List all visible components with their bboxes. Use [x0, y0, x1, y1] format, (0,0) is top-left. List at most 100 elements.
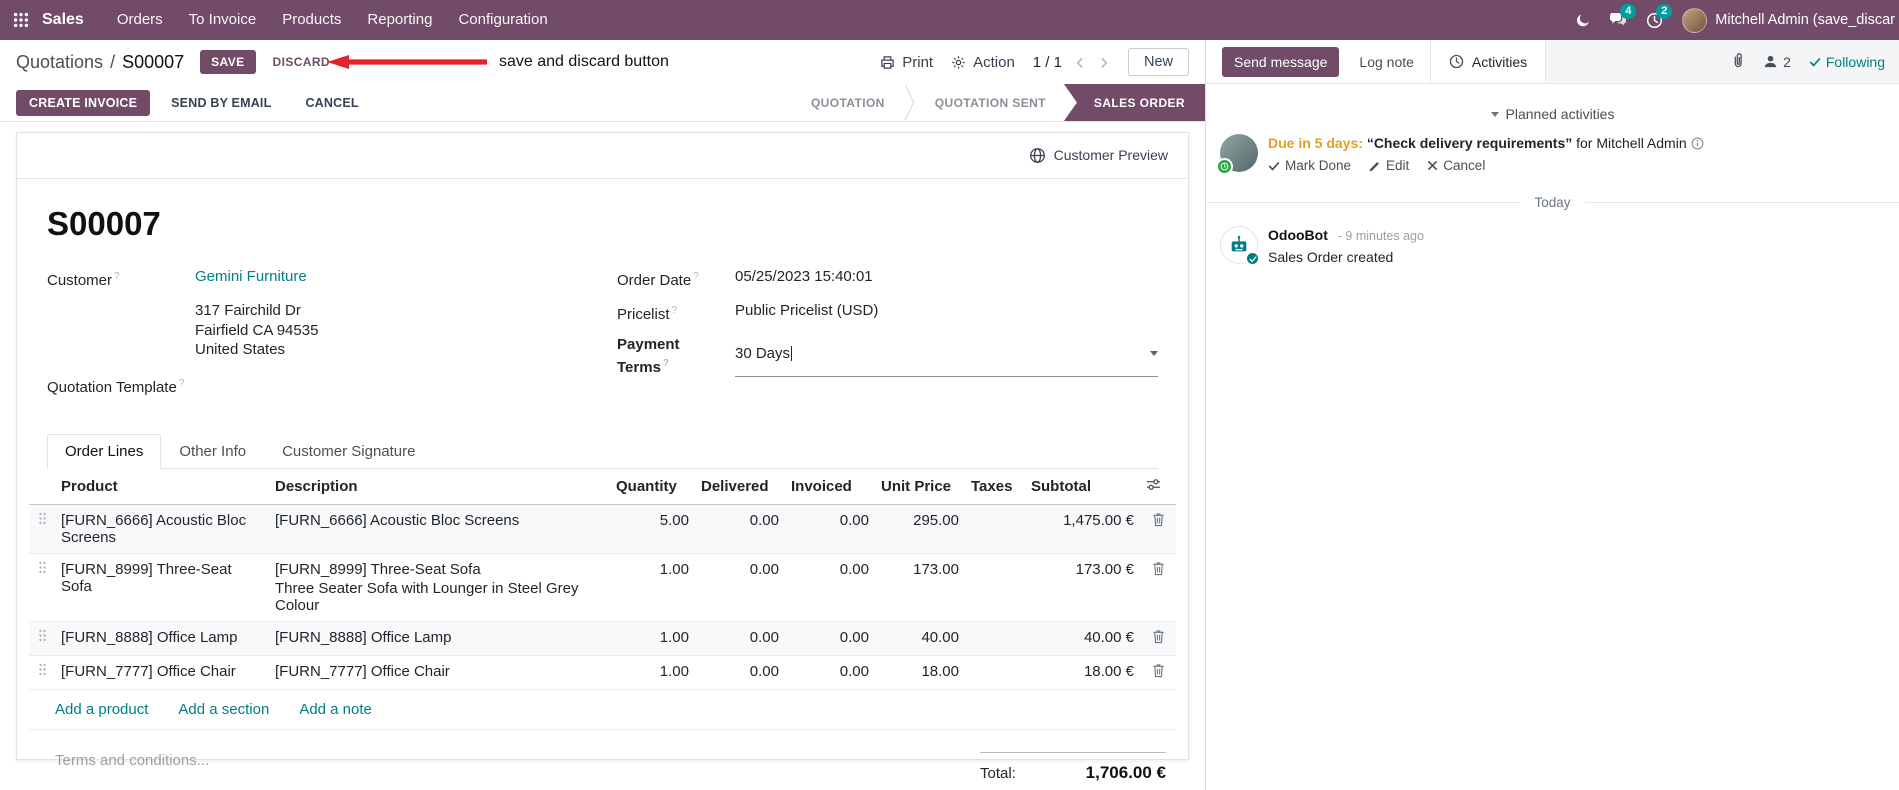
breadcrumb-quotations-link[interactable]: Quotations — [16, 52, 103, 73]
status-step-quotation[interactable]: QUOTATION — [793, 84, 903, 121]
quotation-form-card: Customer Preview S00007 Customer? Gemini… — [16, 132, 1189, 782]
menu-reporting[interactable]: Reporting — [354, 0, 445, 40]
cell-unit-price[interactable]: 173.00 — [875, 553, 965, 622]
attachments-button[interactable] — [1731, 52, 1745, 72]
tab-other-info[interactable]: Other Info — [161, 434, 264, 469]
cell-description[interactable]: [FURN_8999] Three-Seat Sofa Three Seater … — [269, 553, 610, 622]
delete-line-button[interactable] — [1152, 629, 1165, 648]
delete-line-button[interactable] — [1152, 561, 1165, 580]
dropdown-caret-icon[interactable] — [1150, 351, 1158, 356]
cell-description[interactable]: [FURN_8888] Office Lamp — [269, 621, 610, 656]
save-button[interactable]: SAVE — [200, 50, 256, 74]
cell-delivered[interactable]: 0.00 — [695, 504, 785, 554]
control-panel: Quotations / S00007 SAVE DISCARD save an… — [0, 40, 1205, 84]
dark-mode-button[interactable] — [1564, 0, 1600, 40]
message-author: OdooBot — [1268, 227, 1328, 243]
cell-delivered[interactable]: 0.00 — [695, 553, 785, 622]
cancel-order-button[interactable]: CANCEL — [292, 90, 371, 116]
cell-unit-price[interactable]: 295.00 — [875, 504, 965, 554]
apps-menu-button[interactable] — [0, 0, 42, 40]
planned-activities-header[interactable]: Planned activities — [1206, 84, 1899, 132]
cell-invoiced[interactable]: 0.00 — [785, 655, 875, 690]
create-invoice-button[interactable]: CREATE INVOICE — [16, 89, 151, 116]
add-section-link[interactable]: Add a section — [178, 701, 269, 718]
cell-delivered[interactable]: 0.00 — [695, 655, 785, 690]
cell-description[interactable]: [FURN_6666] Acoustic Bloc Screens — [269, 504, 610, 554]
apps-grid-icon — [13, 12, 29, 28]
customer-preview-button[interactable]: Customer Preview — [1029, 147, 1168, 164]
following-button[interactable]: Following — [1809, 54, 1885, 70]
cell-description[interactable]: [FURN_7777] Office Chair — [269, 655, 610, 690]
activities-tab[interactable]: Activities — [1429, 40, 1547, 83]
menu-orders[interactable]: Orders — [104, 0, 176, 40]
action-button[interactable]: Action — [951, 54, 1015, 71]
cell-unit-price[interactable]: 18.00 — [875, 655, 965, 690]
cell-quantity[interactable]: 5.00 — [610, 504, 695, 554]
followers-button[interactable]: 2 — [1763, 54, 1791, 70]
log-note-button[interactable]: Log note — [1359, 54, 1414, 70]
cell-invoiced[interactable]: 0.00 — [785, 504, 875, 554]
terms-and-conditions-field[interactable]: Terms and conditions... — [55, 752, 209, 783]
print-button[interactable]: Print — [880, 54, 933, 71]
gear-icon — [952, 55, 965, 69]
drag-handle[interactable] — [38, 512, 47, 529]
new-button[interactable]: New — [1127, 48, 1189, 76]
edit-activity-button[interactable]: Edit — [1369, 158, 1409, 173]
delete-line-button[interactable] — [1152, 512, 1165, 531]
drag-handle[interactable] — [38, 663, 47, 680]
status-step-sales-order[interactable]: SALES ORDER — [1063, 84, 1205, 121]
status-step-quotation-sent[interactable]: QUOTATION SENT — [917, 84, 1064, 121]
send-message-button[interactable]: Send message — [1222, 46, 1340, 77]
user-menu[interactable]: Mitchell Admin (save_discar — [1672, 7, 1899, 33]
mark-done-button[interactable]: Mark Done — [1268, 158, 1351, 173]
menu-products[interactable]: Products — [269, 0, 354, 40]
pager-next-button[interactable]: › — [1098, 50, 1110, 74]
pager-previous-button[interactable]: ‹ — [1074, 50, 1086, 74]
column-header-delivered: Delivered — [695, 468, 785, 505]
cell-taxes[interactable] — [965, 621, 1025, 656]
cell-taxes[interactable] — [965, 655, 1025, 690]
cell-product[interactable]: [FURN_8888] Office Lamp — [55, 621, 269, 656]
menu-configuration[interactable]: Configuration — [445, 0, 560, 40]
cell-product[interactable]: [FURN_6666] Acoustic Bloc Screens — [55, 504, 269, 554]
add-note-link[interactable]: Add a note — [299, 701, 372, 718]
cell-product[interactable]: [FURN_8999] Three-Seat Sofa — [55, 553, 269, 622]
cell-invoiced[interactable]: 0.00 — [785, 621, 875, 656]
payment-terms-input[interactable]: 30 Days — [735, 333, 1158, 377]
menu-to-invoice[interactable]: To Invoice — [176, 0, 270, 40]
mini-check-icon — [1249, 255, 1256, 262]
cell-product[interactable]: [FURN_7777] Office Chair — [55, 655, 269, 690]
cell-delivered[interactable]: 0.00 — [695, 621, 785, 656]
send-by-email-button[interactable]: SEND BY EMAIL — [158, 90, 284, 116]
drag-handle[interactable] — [38, 561, 47, 578]
tab-customer-signature[interactable]: Customer Signature — [264, 434, 433, 469]
cell-unit-price[interactable]: 40.00 — [875, 621, 965, 656]
cell-invoiced[interactable]: 0.00 — [785, 553, 875, 622]
customer-link[interactable]: Gemini Furniture — [195, 267, 307, 290]
cell-taxes[interactable] — [965, 504, 1025, 554]
pricelist-field[interactable]: Public Pricelist (USD) — [735, 301, 878, 324]
drag-handle[interactable] — [38, 629, 47, 646]
cell-quantity[interactable]: 1.00 — [610, 655, 695, 690]
mark-done-label: Mark Done — [1285, 158, 1352, 173]
delete-line-button[interactable] — [1152, 663, 1165, 682]
info-icon[interactable] — [1691, 137, 1704, 150]
cell-quantity[interactable]: 1.00 — [610, 621, 695, 656]
order-lines-table: Product Description Quantity Delivered I… — [29, 468, 1176, 690]
cell-quantity[interactable]: 1.00 — [610, 553, 695, 622]
activities-tab-label: Activities — [1471, 53, 1528, 70]
activities-systray-button[interactable]: 2 — [1636, 0, 1673, 40]
cancel-activity-button[interactable]: Cancel — [1427, 158, 1485, 173]
chatter-topbar-right: 2 Following — [1546, 40, 1899, 83]
mini-clock-icon — [1220, 162, 1229, 171]
discard-button[interactable]: DISCARD — [264, 50, 339, 74]
activity-summary-line: Due in 5 days: “Check delivery requireme… — [1268, 134, 1704, 153]
cell-taxes[interactable] — [965, 553, 1025, 622]
order-date-field[interactable]: 05/25/2023 15:40:01 — [735, 267, 873, 290]
tab-order-lines[interactable]: Order Lines — [47, 433, 162, 469]
optional-columns-button[interactable] — [1146, 478, 1161, 495]
total-label: Total: — [980, 764, 1016, 782]
app-brand-sales[interactable]: Sales — [42, 11, 84, 29]
add-product-link[interactable]: Add a product — [55, 701, 148, 718]
messages-button[interactable]: 4 — [1600, 0, 1637, 40]
